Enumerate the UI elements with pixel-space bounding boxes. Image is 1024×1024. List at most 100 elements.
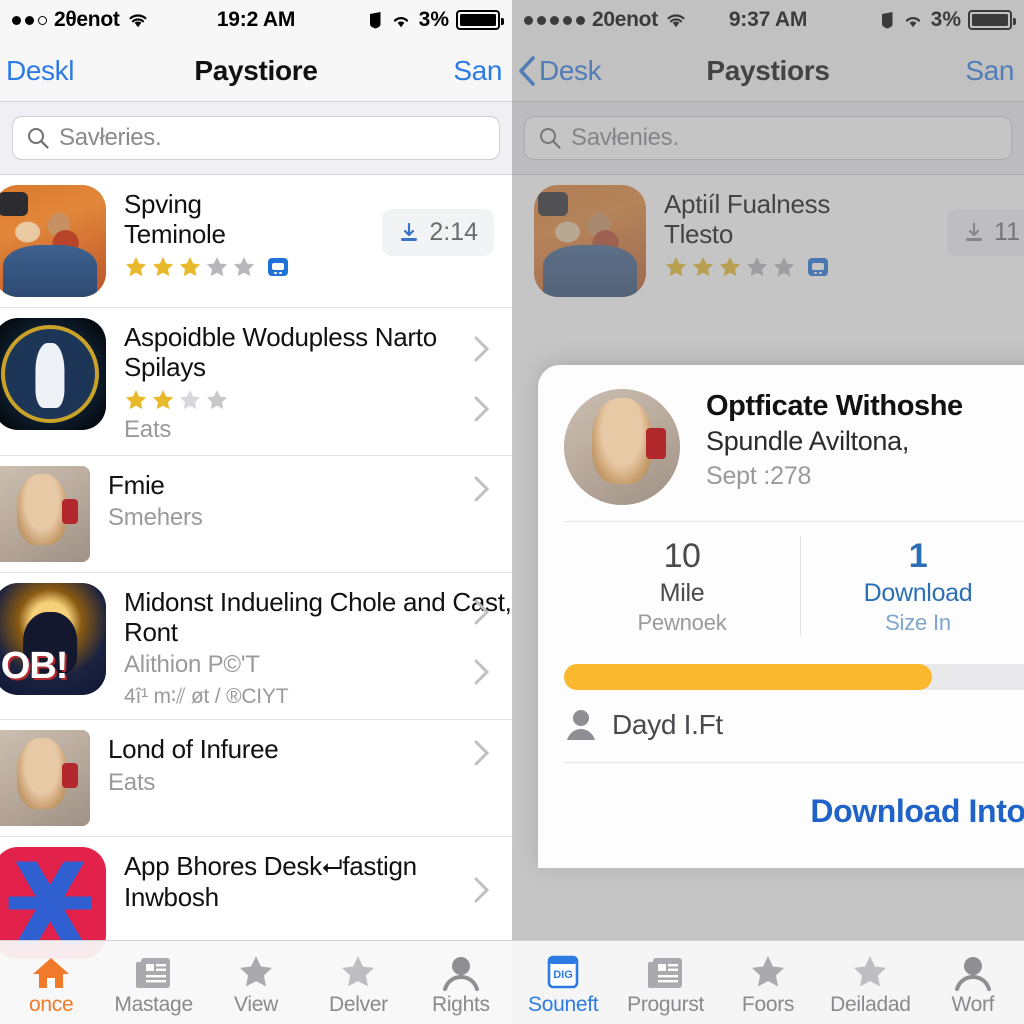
- tab-label: Deiladad: [830, 992, 911, 1016]
- list-item-subtitle: Smehers: [108, 504, 203, 532]
- home-icon: [31, 949, 71, 991]
- list-item[interactable]: Fmie Smehers: [0, 456, 512, 574]
- star-icon: [719, 257, 741, 277]
- rating-stars: [124, 255, 512, 279]
- stats-row: 10 Mile Pewnoek 1 Download Size In 33 St…: [564, 521, 1024, 650]
- sheet-date: Sept :278: [706, 461, 812, 490]
- tab-deiladad[interactable]: Deiladad: [819, 949, 921, 1017]
- tab-once[interactable]: once: [0, 949, 102, 1017]
- avatar: [564, 389, 680, 505]
- download-badge[interactable]: 11: [947, 209, 1024, 256]
- search-area: Savłenies.: [512, 102, 1024, 175]
- back-button[interactable]: Desk: [518, 54, 602, 87]
- status-left: 2θenot: [12, 8, 149, 32]
- owner-row: Dayd I.Ft: [538, 690, 1024, 762]
- tab-foors[interactable]: Foors: [717, 949, 819, 1017]
- search-area: Savłeries.: [0, 102, 512, 175]
- stat-label: Mile: [659, 579, 705, 608]
- status-bar: 20enot 9:37 AM 3%: [512, 0, 1024, 40]
- tab-label: Worf: [951, 992, 995, 1016]
- progress-track: [564, 664, 1024, 691]
- tab-label: Souneft: [528, 992, 599, 1016]
- tab-view[interactable]: View: [205, 949, 307, 1017]
- star-icon: [233, 257, 255, 277]
- list-item[interactable]: Aspoidble Wodupless Narto Spilays Eats: [0, 308, 512, 457]
- search-input[interactable]: Savłenies.: [524, 116, 1012, 160]
- news-icon: [647, 949, 685, 991]
- list-item-title: Lond of Infuree: [108, 734, 279, 765]
- nav-right-button[interactable]: San: [453, 55, 502, 87]
- star-icon: [236, 949, 276, 991]
- list-item-title: Aspoidble Wodupless Narto Spilays: [124, 322, 437, 383]
- left-phone-panel: 2θenot 19:2 AM 3% Deskl Paystiore San Sa…: [0, 0, 512, 1024]
- chevron-left-icon: [519, 55, 535, 86]
- star-icon: [748, 949, 788, 991]
- back-label: Desk: [539, 54, 602, 86]
- carrier-label: 20enot: [592, 8, 658, 31]
- search-icon: [540, 128, 561, 149]
- wifi-icon: [127, 12, 149, 28]
- download-into-button[interactable]: Download Into: [538, 763, 1024, 868]
- chevron-right-icon: [474, 740, 490, 766]
- tab-bar: DIG Souneft Progurst Foors Deiladad Worf: [512, 940, 1024, 1024]
- chevron-right-icon: [474, 396, 490, 422]
- app-list: Aptiíl Fualness Tlesto 11: [512, 175, 1024, 307]
- star-icon: [206, 257, 228, 277]
- tab-bar: once Mastage View Delver Rights: [0, 940, 512, 1024]
- chevron-right-icon: [474, 659, 490, 685]
- list-item[interactable]: OB! Midonst Indueling Chole and Cast, Ro…: [0, 573, 512, 721]
- stat-value: 1: [908, 537, 928, 575]
- app-badge-icon: [268, 258, 288, 277]
- back-button[interactable]: Deskl: [6, 55, 74, 87]
- star-icon: [338, 949, 378, 991]
- list-item-body: App Bhores Desk⮠fastign Inwbosh: [106, 847, 512, 911]
- nav-bar: Desk Paystiors San: [512, 40, 1024, 102]
- star-icon: [152, 257, 174, 277]
- list-item[interactable]: Aptiíl Fualness Tlesto 11: [512, 175, 1024, 307]
- list-item-body: Fmie Smehers: [90, 466, 512, 533]
- stat-label: Download: [863, 579, 973, 608]
- page-title: Paystiore: [194, 54, 318, 86]
- download-icon: [401, 222, 418, 241]
- lock-icon: [881, 12, 893, 29]
- sheet-subtitle: Spundle Aviltona,: [706, 426, 910, 457]
- nav-right-button[interactable]: San: [965, 55, 1014, 87]
- tab-worf[interactable]: Worf: [922, 949, 1024, 1017]
- tab-label: Foors: [741, 992, 795, 1016]
- tab-mastage[interactable]: Mastage: [102, 949, 204, 1017]
- tab-delver[interactable]: Delver: [307, 949, 409, 1017]
- location-icon: [393, 17, 408, 28]
- stat-download[interactable]: 1 Download Size In: [800, 522, 1024, 650]
- list-item[interactable]: Lond of Infuree Eats: [0, 720, 512, 838]
- star-icon: [773, 257, 795, 277]
- chevron-right-icon: [474, 476, 490, 502]
- tab-progurst[interactable]: Progurst: [614, 949, 716, 1017]
- progress-fill: [564, 664, 933, 691]
- detail-sheet: Optficate Withoshe Spundle Aviltona, Sep…: [538, 365, 1024, 869]
- person-icon: [954, 949, 992, 991]
- stat-sublabel: Size In: [885, 610, 951, 636]
- list-item-body: Lond of Infuree Eats: [90, 730, 512, 797]
- wifi-icon: [665, 12, 687, 28]
- app-thumbnail: [534, 185, 646, 297]
- download-badge[interactable]: 2:14: [382, 209, 494, 256]
- star-icon: [206, 390, 228, 410]
- battery-percent-label: 3%: [418, 8, 449, 31]
- tab-souneft[interactable]: DIG Souneft: [512, 949, 614, 1017]
- battery-percent-label: 3%: [930, 8, 961, 31]
- owner-name-label: Dayd I.Ft: [612, 709, 723, 741]
- star-icon: [179, 257, 201, 277]
- status-right: 3%: [368, 8, 504, 32]
- search-input[interactable]: Savłeries.: [12, 116, 500, 160]
- person-icon: [567, 710, 595, 741]
- tab-rights[interactable]: Rights: [410, 949, 512, 1017]
- list-item[interactable]: Spving Teminole 2:14: [0, 175, 512, 308]
- app-thumbnail: [0, 185, 106, 297]
- lock-icon: [369, 12, 381, 29]
- tab-label: Mastage: [114, 992, 193, 1016]
- search-icon: [28, 128, 49, 149]
- stat-value: 10: [663, 537, 701, 575]
- right-phone-panel: 20enot 9:37 AM 3% Desk Paystiors San Sav…: [512, 0, 1024, 1024]
- list-item-subtitle: Eats: [108, 768, 156, 796]
- download-icon: [966, 222, 983, 241]
